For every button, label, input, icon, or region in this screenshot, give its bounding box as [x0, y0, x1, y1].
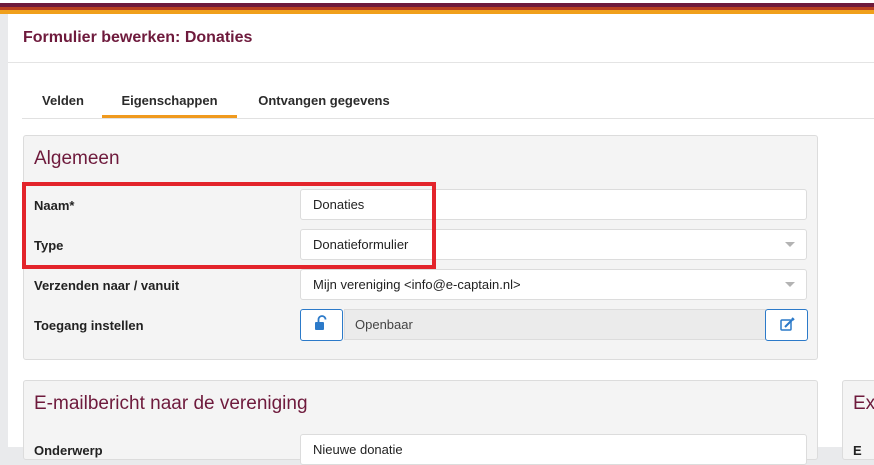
email-subject-label: Onderwerp — [34, 443, 103, 458]
general-panel-title: Algemeen — [34, 148, 120, 169]
extra-panel-title: Ex — [853, 393, 874, 414]
edit-access-button[interactable] — [765, 309, 808, 341]
extra-first-label: E — [853, 443, 862, 458]
highlight-box — [22, 182, 436, 269]
caret-down-icon — [785, 242, 795, 247]
tab-velden[interactable]: Velden — [39, 84, 87, 118]
extra-panel: Ex E — [842, 380, 874, 460]
page-title: Formulier bewerken: Donaties — [23, 29, 253, 46]
access-label: Toegang instellen — [34, 318, 144, 333]
send-label: Verzenden naar / vanuit — [34, 278, 180, 293]
caret-down-icon — [785, 282, 795, 287]
edit-icon — [780, 317, 795, 331]
email-panel: E-mailbericht naar de vereniging Onderwe… — [23, 380, 818, 465]
send-select-value: Mijn vereniging <info@e-captain.nl> — [313, 277, 521, 292]
tab-eigenschappen[interactable]: Eigenschappen — [102, 84, 237, 118]
email-subject-input[interactable]: Nieuwe donatie — [300, 434, 807, 465]
brand-stripe — [0, 0, 874, 14]
title-divider — [8, 62, 874, 63]
tab-bar: Velden Eigenschappen Ontvangen gegevens — [22, 84, 874, 120]
access-value: Openbaar — [344, 309, 766, 340]
tab-ontvangen-gegevens[interactable]: Ontvangen gegevens — [252, 84, 396, 118]
lock-button[interactable] — [300, 309, 343, 341]
email-panel-title: E-mailbericht naar de vereniging — [34, 393, 308, 414]
send-select[interactable]: Mijn vereniging <info@e-captain.nl> — [300, 269, 807, 300]
tabs-divider — [22, 118, 874, 119]
unlock-icon — [315, 315, 327, 330]
